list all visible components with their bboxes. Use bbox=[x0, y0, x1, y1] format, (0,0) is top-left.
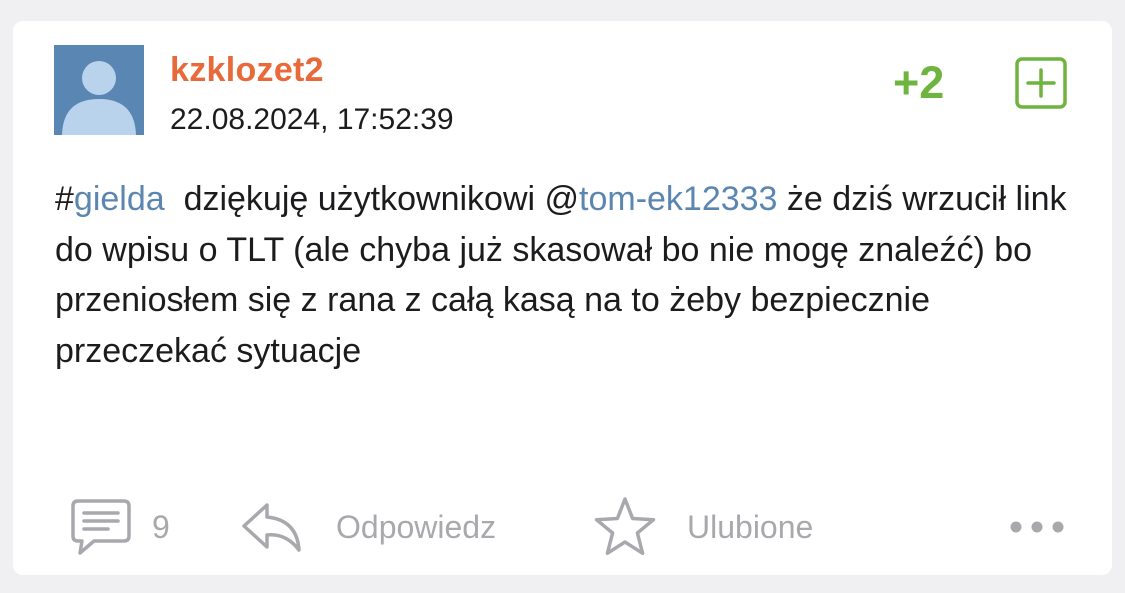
more-dots-icon bbox=[1010, 521, 1064, 533]
reply-label: Odpowiedz bbox=[336, 508, 497, 545]
avatar[interactable] bbox=[54, 45, 144, 135]
favorite-button[interactable]: Ulubione bbox=[593, 497, 813, 557]
plus-square-icon bbox=[1015, 57, 1067, 109]
favorite-label: Ulubione bbox=[687, 508, 814, 545]
speech-bubble-icon bbox=[71, 499, 131, 555]
post-body: #gielda dziękuję użytkownikowi @tom-ek12… bbox=[55, 174, 1085, 376]
comments-button[interactable]: 9 bbox=[70, 497, 170, 557]
comments-count: 9 bbox=[152, 508, 170, 545]
reply-button[interactable]: Odpowiedz bbox=[240, 497, 496, 557]
vote-score: +2 bbox=[893, 57, 945, 108]
user-mention-link[interactable]: tom-ek12333 bbox=[579, 180, 777, 218]
reply-arrow-icon bbox=[242, 503, 301, 552]
author-username[interactable]: kzklozet2 bbox=[170, 51, 324, 90]
body-text-part: dziękuję użytkownikowi @ bbox=[164, 180, 580, 218]
hashtag-link[interactable]: gielda bbox=[74, 180, 165, 218]
post-timestamp: 22.08.2024, 17:52:39 bbox=[170, 103, 454, 136]
post-card: kzklozet2 22.08.2024, 17:52:39 +2 #gield… bbox=[13, 21, 1112, 575]
more-options-button[interactable] bbox=[1007, 515, 1067, 539]
default-user-icon bbox=[62, 61, 136, 135]
upvote-button[interactable] bbox=[1015, 57, 1067, 109]
star-icon bbox=[594, 497, 656, 556]
hash-symbol: # bbox=[55, 180, 74, 218]
